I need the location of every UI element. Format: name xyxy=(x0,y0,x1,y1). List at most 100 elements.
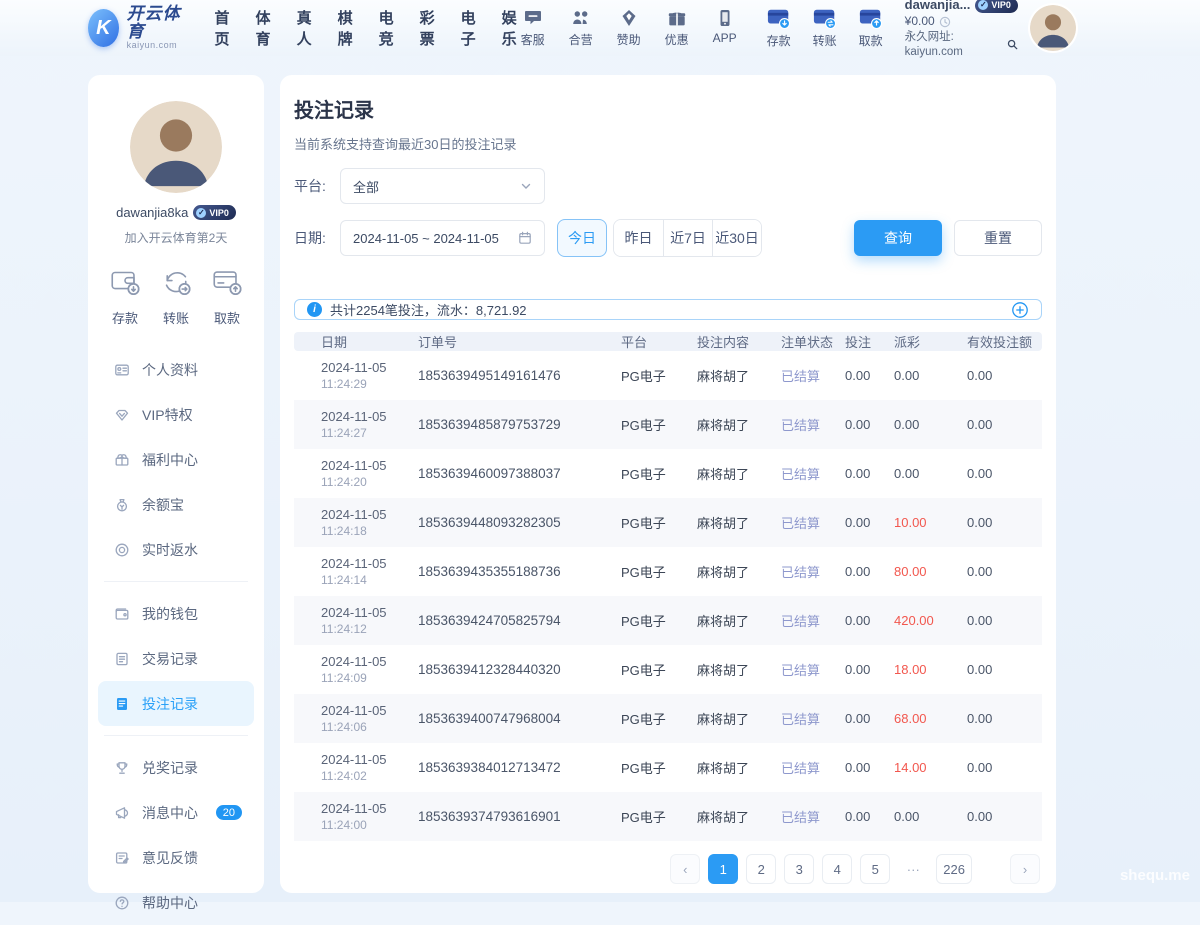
feature-item[interactable]: 客服 xyxy=(517,8,549,48)
wallet-item[interactable]: 取款 xyxy=(855,7,887,49)
pagination-item[interactable]: 1 xyxy=(708,854,738,884)
column-header: 派彩 xyxy=(894,332,967,351)
prize-icon xyxy=(114,760,130,776)
column-header: 平台 xyxy=(621,332,697,351)
pagination-item[interactable]: ‹ xyxy=(670,854,700,884)
cell-valid-amount: 0.00 xyxy=(967,613,1042,628)
pagination-item[interactable]: ··· xyxy=(898,854,928,884)
cell-order-number: 1853639485879753729 xyxy=(418,417,621,432)
reset-button[interactable]: 重置 xyxy=(954,220,1042,256)
feature-label: 客服 xyxy=(521,31,545,48)
nav-item[interactable]: 真人 xyxy=(297,7,312,49)
cell-bet-content: 麻将胡了 xyxy=(697,464,781,483)
table-row: 2024-11-05 11:24:06 1853639400747968004 … xyxy=(294,694,1042,743)
quick-action[interactable]: 转账 xyxy=(159,264,193,327)
menu-item-label: 实时返水 xyxy=(142,540,198,560)
nav-item[interactable]: 娱乐 xyxy=(502,7,517,49)
cell-bet-amount: 0.00 xyxy=(845,515,894,530)
cell-order-number: 1853639435355188736 xyxy=(418,564,621,579)
username[interactable]: dawanjia... xyxy=(905,0,971,13)
sidebar-menu-item[interactable]: 投注记录 xyxy=(98,681,254,726)
sidebar-menu-item[interactable]: 福利中心 xyxy=(98,437,254,482)
betting-records-panel: 投注记录 当前系统支持查询最近30日的投注记录 平台: 全部 日期: 2024-… xyxy=(280,75,1056,893)
sidebar-menu-item[interactable]: 余额宝 xyxy=(98,482,254,527)
table-body: 2024-11-05 11:24:29 1853639495149161476 … xyxy=(294,351,1042,841)
sidebar-menu-item[interactable]: 个人资料 xyxy=(98,347,254,392)
nav-item[interactable]: 电子 xyxy=(461,7,476,49)
pagination-item[interactable]: › xyxy=(1010,854,1040,884)
pagination-item[interactable]: 5 xyxy=(860,854,890,884)
pagination: ‹ 1 2 3 4 5 ··· 226 › xyxy=(294,854,1042,884)
pagination-item[interactable]: 3 xyxy=(784,854,814,884)
range-today-button[interactable]: 今日 xyxy=(557,219,607,257)
nav-item[interactable]: 电竞 xyxy=(379,7,394,49)
logo-monogram-icon: K xyxy=(88,9,119,47)
menu-item-label: 福利中心 xyxy=(142,450,198,470)
expand-plus-icon[interactable] xyxy=(1011,301,1029,319)
feature-item[interactable]: 优惠 xyxy=(661,8,693,48)
pagination-item[interactable]: 4 xyxy=(822,854,852,884)
topbar: K 开云体育 kaiyun.com 首页 体育 真人 棋牌 电竞 彩票 电子 娱… xyxy=(0,0,1200,56)
wallet-item[interactable]: 转账 xyxy=(809,7,841,49)
refresh-balance-icon[interactable] xyxy=(939,16,951,28)
brand-logo[interactable]: K 开云体育 kaiyun.com xyxy=(88,5,185,50)
cell-payout: 10.00 xyxy=(894,515,967,530)
unread-badge: 20 xyxy=(216,805,242,820)
feature-item[interactable]: 赞助 xyxy=(613,8,645,48)
cell-platform: PG电子 xyxy=(621,562,697,581)
search-icon[interactable] xyxy=(1007,39,1018,50)
table-row: 2024-11-05 11:24:14 1853639435355188736 … xyxy=(294,547,1042,596)
quick-action-label: 转账 xyxy=(163,308,189,327)
pagination-item[interactable]: 226 xyxy=(936,854,972,884)
sidebar-menu-item[interactable]: 兑奖记录 xyxy=(98,745,254,790)
range-button[interactable]: 近7日 xyxy=(663,220,712,256)
nav-item[interactable]: 棋牌 xyxy=(338,7,353,49)
platform-select-value: 全部 xyxy=(353,177,379,196)
cell-payout: 0.00 xyxy=(894,417,967,432)
range-button[interactable]: 昨日 xyxy=(614,220,663,256)
quick-action[interactable]: 取款 xyxy=(210,264,244,327)
feature-item[interactable]: APP xyxy=(709,8,741,48)
nav-item[interactable]: 首页 xyxy=(215,7,230,49)
sidebar-menu-item[interactable]: 实时返水 xyxy=(98,527,254,572)
range-button[interactable]: 近30日 xyxy=(712,220,761,256)
query-button[interactable]: 查询 xyxy=(854,220,942,256)
sidebar-menu-item[interactable]: 交易记录 xyxy=(98,636,254,681)
nav-item[interactable]: 体育 xyxy=(256,7,271,49)
sidebar-menu-item[interactable]: VIP特权 xyxy=(98,392,254,437)
quick-action[interactable]: 存款 xyxy=(108,264,142,327)
partner-icon xyxy=(571,8,591,28)
column-header: 注单状态 xyxy=(781,332,845,351)
sidebar-menu-item[interactable]: 意见反馈 xyxy=(98,835,254,880)
calendar-icon xyxy=(518,231,532,245)
nav-item[interactable]: 彩票 xyxy=(420,7,435,49)
table-row: 2024-11-05 11:24:00 1853639374793616901 … xyxy=(294,792,1042,841)
cell-status: 已结算 xyxy=(781,562,845,581)
cell-bet-amount: 0.00 xyxy=(845,564,894,579)
avatar[interactable] xyxy=(1030,5,1076,51)
profile-icon xyxy=(114,362,130,378)
cell-bet-content: 麻将胡了 xyxy=(697,415,781,434)
cell-date: 2024-11-05 11:24:02 xyxy=(321,752,418,783)
platform-filter-row: 平台: 全部 xyxy=(294,168,1042,204)
sidebar-menu-item[interactable]: 帮助中心 xyxy=(98,880,254,925)
cell-platform: PG电子 xyxy=(621,660,697,679)
cell-date: 2024-11-05 11:24:06 xyxy=(321,703,418,734)
cell-valid-amount: 0.00 xyxy=(967,760,1042,775)
table-header: 日期 订单号 平台 投注内容 注单状态 投注 派彩 有效投注额 xyxy=(294,332,1042,351)
sidebar-menu-item[interactable]: 我的钱包 xyxy=(98,591,254,636)
cell-order-number: 1853639374793616901 xyxy=(418,809,621,824)
profile-avatar[interactable] xyxy=(130,101,222,193)
date-range-input[interactable]: 2024-11-05 ~ 2024-11-05 xyxy=(340,220,545,256)
feature-item[interactable]: 合营 xyxy=(565,8,597,48)
sidebar-menu-item[interactable]: 消息中心 20 xyxy=(98,790,254,835)
feature-label: 合营 xyxy=(569,31,593,48)
withdraw-card-icon xyxy=(859,7,883,29)
sidebar-username: dawanjia8ka xyxy=(116,205,188,220)
cell-platform: PG电子 xyxy=(621,611,697,630)
wallet-item[interactable]: 存款 xyxy=(763,7,795,49)
pagination-item[interactable]: 2 xyxy=(746,854,776,884)
platform-select[interactable]: 全部 xyxy=(340,168,545,204)
menu-item-label: 我的钱包 xyxy=(142,604,198,624)
permanent-url: 永久网址: kaiyun.com xyxy=(905,30,1004,59)
